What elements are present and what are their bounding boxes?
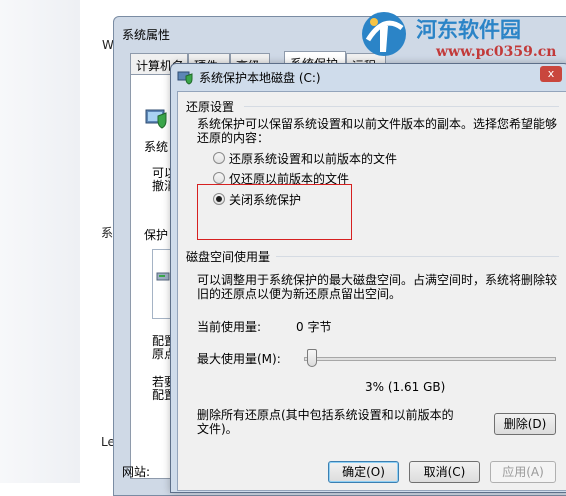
drive-list[interactable] xyxy=(152,249,172,319)
system-label: 系统 xyxy=(144,140,169,154)
delete-button[interactable]: 删除(D) xyxy=(494,413,556,435)
system-protection-icon xyxy=(177,71,193,85)
website-label: 网站: xyxy=(122,465,151,479)
annotation-highlight-box xyxy=(197,184,352,240)
current-usage-label: 当前使用量: xyxy=(197,320,262,334)
drive-icon xyxy=(156,272,170,281)
watermark: 河东软件园 www.pc0359.cn xyxy=(358,10,566,70)
max-usage-slider-track[interactable] xyxy=(304,357,556,361)
desktop-background xyxy=(0,0,80,483)
computer-shield-icon xyxy=(145,109,167,129)
page-background xyxy=(80,0,115,483)
ok-button[interactable]: 确定(O) xyxy=(328,461,399,483)
cancel-button[interactable]: 取消(C) xyxy=(409,461,480,483)
current-usage-value: 0 字节 xyxy=(296,320,332,334)
delete-description-line-2: 文件)。 xyxy=(197,422,238,436)
max-usage-slider-thumb[interactable] xyxy=(306,349,317,367)
watermark-logo-icon xyxy=(362,12,406,56)
window-title: 系统属性 xyxy=(122,28,171,42)
max-usage-value: 3% (1.61 GB) xyxy=(365,380,446,394)
dialog-title: 系统保护本地磁盘 (C:) xyxy=(199,71,321,85)
disk-description-line-2: 旧的还原点以便为新还原点留出空间。 xyxy=(197,287,402,301)
max-usage-label: 最大使用量(M): xyxy=(197,352,281,366)
restore-description-line-1: 系统保护可以保留系统设置和以前文件版本的副本。选择您希望能够 xyxy=(197,117,558,131)
background-text-mid: 系 xyxy=(101,226,114,240)
radio-label: 还原系统设置和以前版本的文件 xyxy=(229,152,398,166)
radio-button[interactable] xyxy=(213,152,225,164)
radio-button[interactable] xyxy=(213,172,225,184)
restore-settings-heading: 还原设置 xyxy=(186,100,235,114)
section-divider xyxy=(244,106,559,107)
apply-button[interactable]: 应用(A) xyxy=(490,461,556,483)
delete-description-line-1: 删除所有还原点(其中包括系统设置和以前版本的 xyxy=(197,408,454,422)
section-divider xyxy=(276,256,559,257)
disk-description-line-1: 可以调整用于系统保护的最大磁盘空间。占满空间时，系统将删除较 xyxy=(197,273,558,287)
restore-description-line-2: 还原的内容： xyxy=(197,131,270,145)
watermark-title: 河东软件园 xyxy=(416,17,521,42)
protection-label: 保护 xyxy=(144,228,169,242)
disk-usage-heading: 磁盘空间使用量 xyxy=(186,250,271,264)
watermark-url: www.pc0359.cn xyxy=(436,44,557,60)
